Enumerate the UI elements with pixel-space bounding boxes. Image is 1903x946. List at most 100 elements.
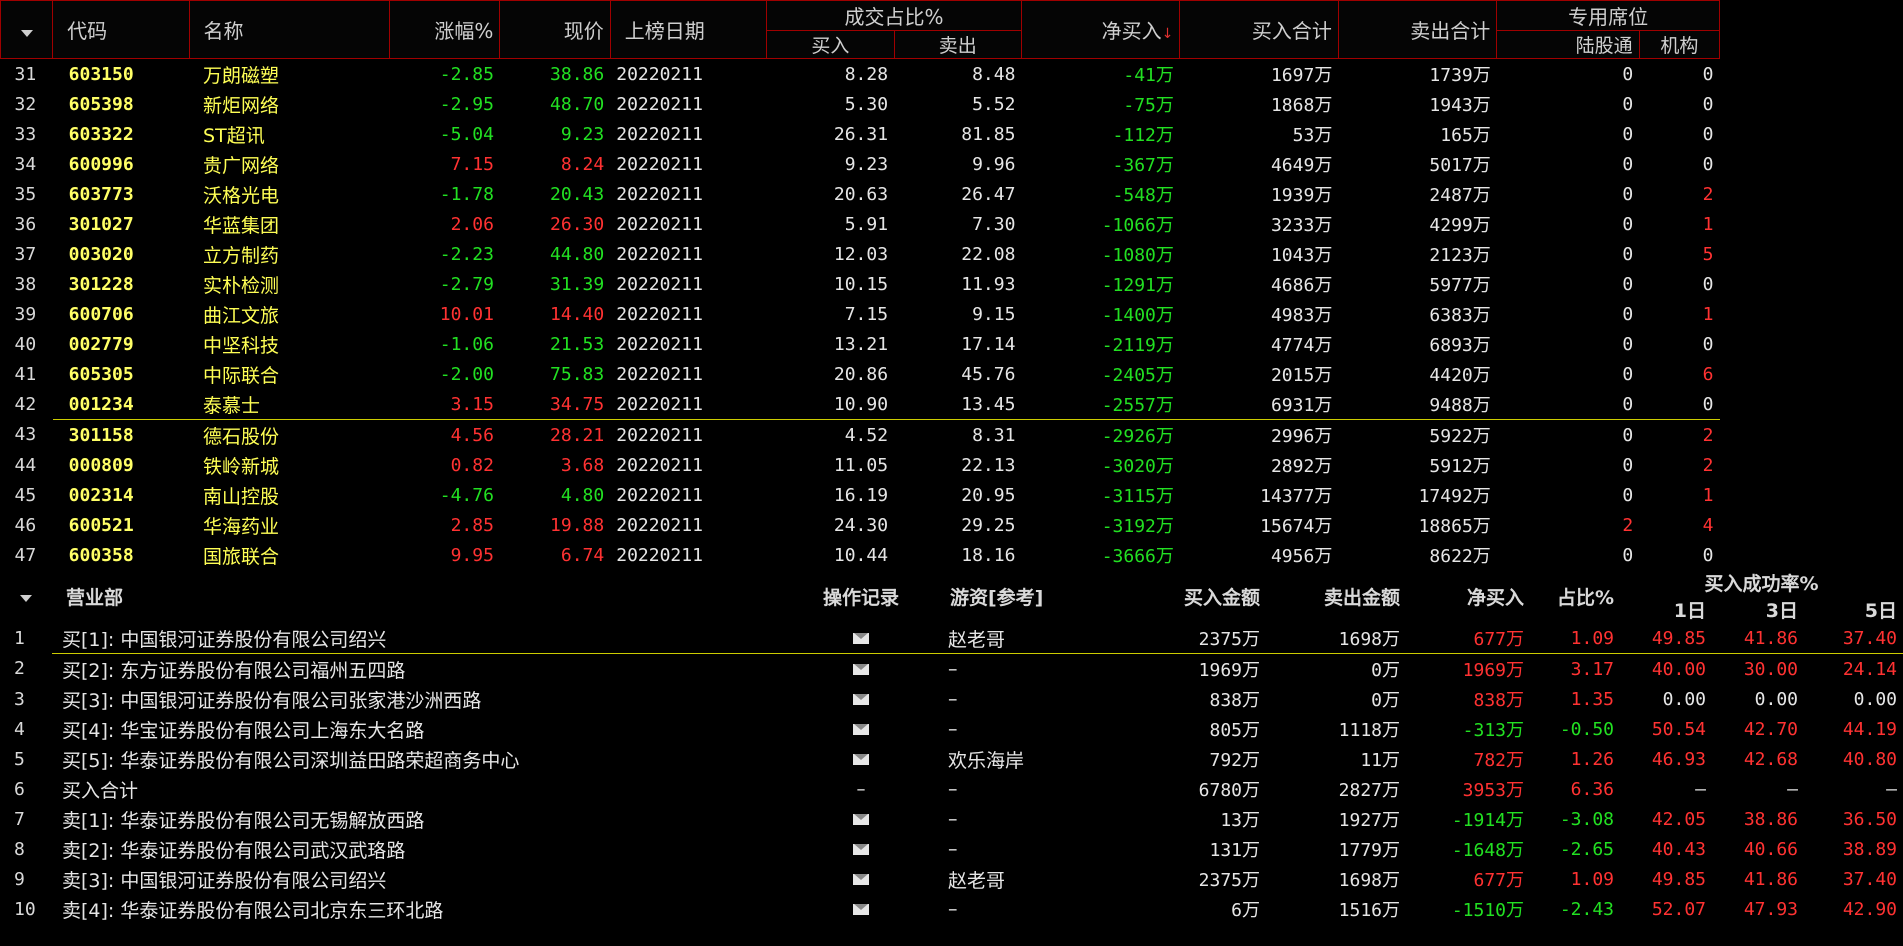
col-header-buy-total[interactable]: 买入合计 <box>1179 0 1339 59</box>
stock-code: 600358 <box>68 544 134 566</box>
success-1d: 0.00 <box>1662 688 1706 710</box>
operation-record[interactable] <box>786 653 936 684</box>
table-row[interactable]: 10 卖[4]: 华泰证券股份有限公司北京东三环北路 – 6万 1516万 -1510万 -… <box>0 894 1903 924</box>
table-row[interactable]: 3 买[3]: 中国银河证券股份有限公司张家港沙洲西路 – 838万 0万 838万 1.3… <box>0 684 1903 714</box>
list-date: 20220211 <box>616 183 703 205</box>
table-row[interactable]: 4 买[4]: 华宝证券股份有限公司上海东大名路 – 805万 1118万 -313万 -0… <box>0 714 1903 744</box>
table-row[interactable]: 37 003020 立方制药 -2.23 44.80 20220211 12.03 22.08… <box>1 239 1720 269</box>
col-header-3day[interactable]: 3日 <box>1712 596 1804 623</box>
table-row[interactable]: 31 603150 万朗磁塑 -2.85 38.86 20220211 8.28 8.48 -4… <box>1 59 1720 90</box>
seat-net-buy: 3953万 <box>1462 780 1524 801</box>
seat-menu-dropdown[interactable] <box>0 569 52 623</box>
mail-icon[interactable] <box>853 813 869 825</box>
col-header-price[interactable]: 现价 <box>499 0 611 59</box>
operation-record[interactable] <box>786 834 936 864</box>
col-header-sell-total[interactable]: 卖出合计 <box>1337 0 1498 59</box>
list-date: 20220211 <box>610 419 767 450</box>
table-row[interactable]: 6 买入合计 – – 6780万 2827万 3953万 6.36 – – – <box>0 774 1903 804</box>
table-row[interactable]: 34 600996 贵广网络 7.15 8.24 20220211 9.23 9.96 -367… <box>1 149 1720 179</box>
sell-ratio: 26.47 <box>961 183 1016 205</box>
table-row[interactable]: 32 605398 新炬网络 -2.95 48.70 20220211 5.30 5.52 -7… <box>1 89 1720 119</box>
institution-count: 4 <box>1702 514 1714 536</box>
sell-amount: 1927万 <box>1338 810 1400 831</box>
mail-icon[interactable] <box>853 723 869 735</box>
seat-name: 卖[3]: 中国银河证券股份有限公司绍兴 <box>62 869 387 892</box>
table-row[interactable]: 33 603322 ST超讯 -5.04 9.23 20220211 26.31 81.85 -… <box>1 119 1720 149</box>
mail-icon[interactable] <box>853 873 869 885</box>
col-header-hk-connect[interactable]: 陆股通 <box>1496 30 1640 59</box>
col-header-youzi[interactable]: 游资[参考] <box>936 569 1136 623</box>
col-header-change[interactable]: 涨幅% <box>389 0 501 59</box>
change-pct: -1.78 <box>439 183 494 205</box>
operation-record[interactable] <box>786 894 936 924</box>
col-header-name[interactable]: 名称 <box>188 0 391 59</box>
col-header-buy-amount[interactable]: 买入金额 <box>1136 569 1266 623</box>
table-row[interactable]: 7 卖[1]: 华泰证券股份有限公司无锡解放西路 – 13万 1927万 -1914万 -3… <box>0 804 1903 834</box>
col-header-record[interactable]: 操作记录 <box>786 569 936 623</box>
col-header-institution[interactable]: 机构 <box>1638 30 1721 59</box>
mail-icon[interactable] <box>853 693 869 705</box>
success-5d: 37.40 <box>1842 868 1897 890</box>
success-1d: 40.43 <box>1651 838 1706 860</box>
mail-icon[interactable] <box>853 903 869 915</box>
table-row[interactable]: 5 买[5]: 华泰证券股份有限公司深圳益田路荣超商务中心 欢乐海岸 792万 11万 7… <box>0 744 1903 774</box>
table-row[interactable]: 35 603773 沃格光电 -1.78 20.43 20220211 20.63 26.47… <box>1 179 1720 209</box>
table-row[interactable]: 45 002314 南山控股 -4.76 4.80 20220211 16.19 20.95 -… <box>1 480 1720 510</box>
operation-record[interactable] <box>786 623 936 654</box>
table-row[interactable]: 46 600521 华海药业 2.85 19.88 20220211 24.30 29.25 -… <box>1 510 1720 540</box>
col-header-5day[interactable]: 5日 <box>1804 596 1903 623</box>
ratio-pct: 6.36 <box>1570 778 1614 800</box>
table-row[interactable]: 42 001234 泰慕士 3.15 34.75 20220211 10.90 13.45 -2… <box>1 389 1720 420</box>
table-row[interactable]: 44 000809 铁岭新城 0.82 3.68 20220211 11.05 22.13 -3… <box>1 450 1720 480</box>
operation-record[interactable] <box>786 714 936 744</box>
ratio-pct: 1.09 <box>1570 868 1614 890</box>
table-row[interactable]: 36 301027 华蓝集团 2.06 26.30 20220211 5.91 7.30 -10… <box>1 209 1720 239</box>
seat-net-buy: 782万 <box>1473 750 1524 771</box>
operation-record[interactable] <box>786 804 936 834</box>
table-row[interactable]: 1 买[1]: 中国银河证券股份有限公司绍兴 赵老哥 2375万 1698万 677万 1.… <box>0 623 1903 654</box>
col-header-sell-amount[interactable]: 卖出金额 <box>1266 569 1406 623</box>
mail-icon[interactable] <box>853 663 869 675</box>
col-header-net-buy[interactable]: 净买入↓ <box>1020 0 1181 59</box>
net-buy: -1400万 <box>1101 305 1174 326</box>
col-header-ratio[interactable]: 占比% <box>1530 569 1620 623</box>
col-header-sell-ratio[interactable]: 卖出 <box>893 30 1022 59</box>
success-3d: 41.86 <box>1743 627 1798 649</box>
col-header-code[interactable]: 代码 <box>52 0 190 59</box>
buy-ratio: 20.86 <box>833 363 889 385</box>
net-buy: -3666万 <box>1101 546 1174 567</box>
stock-code: 600706 <box>68 303 134 325</box>
col-header-1day[interactable]: 1日 <box>1620 596 1712 623</box>
sell-ratio: 18.16 <box>961 544 1016 566</box>
buy-amount: 131万 <box>1209 840 1260 861</box>
stock-name: 沃格光电 <box>203 184 280 207</box>
operation-record[interactable] <box>786 684 936 714</box>
sell-amount: 1698万 <box>1338 629 1400 650</box>
table-row[interactable]: 9 卖[3]: 中国银河证券股份有限公司绍兴 赵老哥 2375万 1698万 677万 1.… <box>0 864 1903 894</box>
table-row[interactable]: 47 600358 国旅联合 9.95 6.74 20220211 10.44 18.16 -3… <box>1 540 1720 570</box>
col-header-buy-ratio[interactable]: 买入 <box>766 30 895 59</box>
table-row[interactable]: 38 301228 实朴检测 -2.79 31.39 20220211 10.15 11.93… <box>1 269 1720 299</box>
mail-icon[interactable] <box>853 632 869 644</box>
table-row[interactable]: 43 301158 德石股份 4.56 28.21 20220211 4.52 8.31 -29… <box>1 419 1720 450</box>
col-header-seat-net-buy[interactable]: 净买入 <box>1406 569 1530 623</box>
chevron-down-icon <box>20 595 32 602</box>
mail-icon[interactable] <box>853 843 869 855</box>
menu-dropdown[interactable] <box>0 0 54 59</box>
hk-connect-count: 2 <box>1622 514 1634 536</box>
table-row[interactable]: 40 002779 中坚科技 -1.06 21.53 20220211 13.21 17.14… <box>1 329 1720 359</box>
table-row[interactable]: 41 605305 中际联合 -2.00 75.83 20220211 20.86 45.76… <box>1 359 1720 389</box>
table-row[interactable]: 8 卖[2]: 华泰证券股份有限公司武汉武珞路 – 131万 1779万 -1648万 -2… <box>0 834 1903 864</box>
mail-icon[interactable] <box>853 753 869 765</box>
table-row[interactable]: 2 买[2]: 东方证券股份有限公司福州五四路 –1969万 0万 1969万 3.17 4… <box>0 653 1903 684</box>
current-price: 14.40 <box>550 303 605 325</box>
col-header-seat[interactable]: 营业部 <box>52 569 786 623</box>
table-row[interactable]: 39 600706 曲江文旅 10.01 14.40 20220211 7.15 9.15 -1… <box>1 299 1720 329</box>
buy-amount: 6万 <box>1231 900 1260 921</box>
col-header-date[interactable]: 上榜日期 <box>609 0 768 59</box>
operation-record[interactable] <box>786 744 936 774</box>
current-price: 48.70 <box>550 93 605 115</box>
change-pct: 9.95 <box>450 544 494 566</box>
buy-ratio: 13.21 <box>833 333 889 355</box>
operation-record[interactable] <box>786 864 936 894</box>
